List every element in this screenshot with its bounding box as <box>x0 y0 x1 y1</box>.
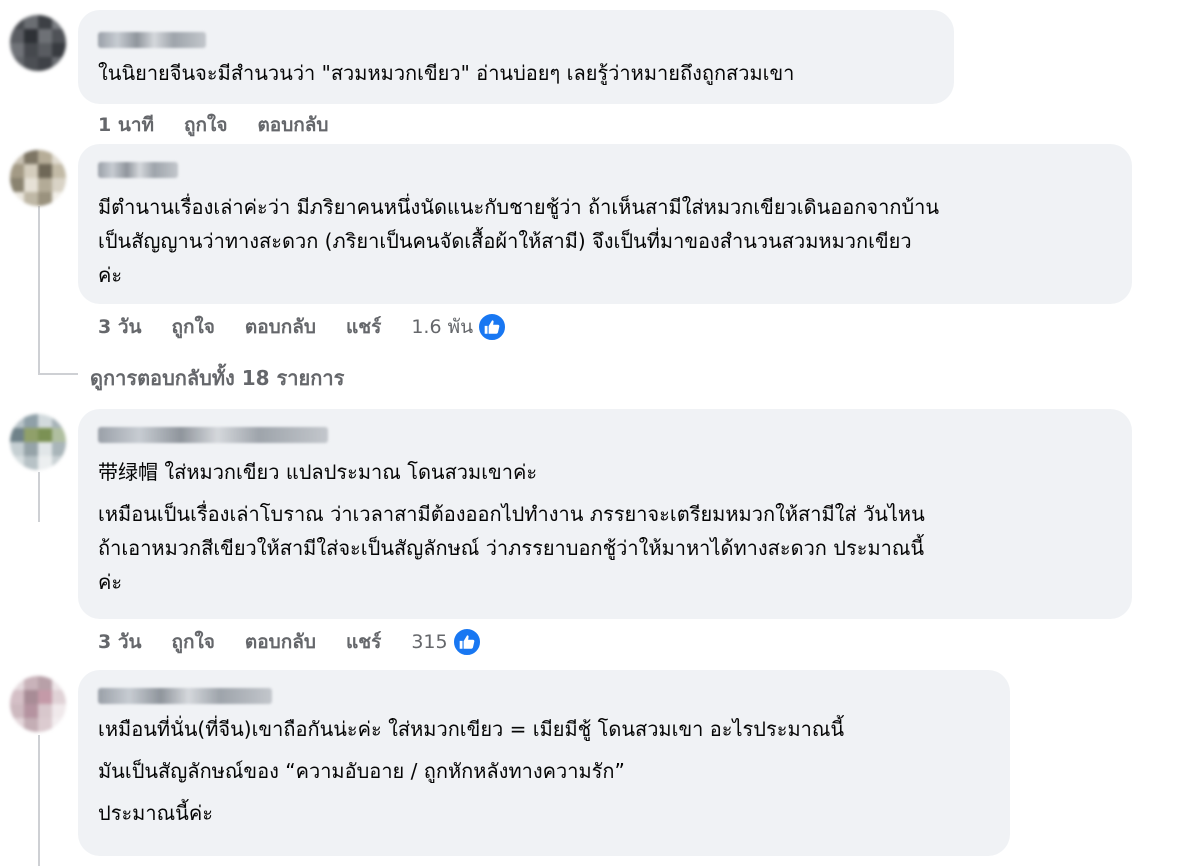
comment-actions: 1 นาที ถูกใจ ตอบกลับ <box>98 110 358 140</box>
avatar[interactable] <box>10 150 66 206</box>
avatar[interactable] <box>10 414 66 470</box>
share-button[interactable]: แชร์ <box>346 627 381 657</box>
timestamp[interactable]: 1 นาที <box>98 110 154 140</box>
share-button[interactable]: แชร์ <box>346 312 381 342</box>
author-name-blurred[interactable] <box>98 688 272 704</box>
comment-text-line: ค่ะ <box>98 263 123 287</box>
timestamp[interactable]: 3 วัน <box>98 312 142 342</box>
author-name-blurred[interactable] <box>98 162 178 178</box>
thread-connector-branch <box>38 373 78 375</box>
comment-text-line: เป็นสัญญานว่าทางสะดวก (ภริยาเป็นคนจัดเสื… <box>98 229 912 253</box>
thread-connector-line <box>38 735 40 866</box>
thread-connector-line <box>38 472 40 522</box>
comment-text-line: 带绿帽 ใส่หมวกเขียว แปลประมาณ โดนสวมเขาค่ะ <box>98 460 538 484</box>
avatar[interactable] <box>10 15 66 71</box>
comment-text-line: ประมาณนี้ค่ะ <box>98 801 213 825</box>
like-thumbs-up-icon[interactable] <box>477 312 508 342</box>
like-button[interactable]: ถูกใจ <box>184 110 227 140</box>
like-button[interactable]: ถูกใจ <box>172 627 215 657</box>
comment-actions: 3 วัน ถูกใจ ตอบกลับ แชร์ 315 <box>98 627 482 657</box>
like-button[interactable]: ถูกใจ <box>172 312 215 342</box>
comment-bubble: เหมือนที่นั่น(ที่จีน)เขาถือกันน่ะค่ะ ใส่… <box>78 670 1010 856</box>
reply-button[interactable]: ตอบกลับ <box>245 312 316 342</box>
timestamp[interactable]: 3 วัน <box>98 627 142 657</box>
author-name-blurred[interactable] <box>98 427 328 443</box>
avatar[interactable] <box>10 676 66 732</box>
like-thumbs-up-icon[interactable] <box>451 627 482 657</box>
reaction-count[interactable]: 1.6 พัน <box>411 312 473 342</box>
comment-text-line: เหมือนเป็นเรื่องเล่าโบราณ ว่าเวลาสามีต้อ… <box>98 502 925 526</box>
comment-bubble: 带绿帽 ใส่หมวกเขียว แปลประมาณ โดนสวมเขาค่ะ … <box>78 409 1132 619</box>
comment-paragraph: มันเป็นสัญลักษณ์ของ “ความอับอาย / ถูกหัก… <box>98 754 990 788</box>
comment-text-line: เหมือนที่นั่น(ที่จีน)เขาถือกันน่ะค่ะ ใส่… <box>98 717 845 741</box>
view-all-replies-link[interactable]: ดูการตอบกลับทั้ง 18 รายการ <box>90 362 344 394</box>
author-name-blurred[interactable] <box>98 32 206 48</box>
comment-bubble: มีตำนานเรื่องเล่าค่ะว่า มีภริยาคนหนึ่งนั… <box>78 144 1132 304</box>
comment-text-line: มีตำนานเรื่องเล่าค่ะว่า มีภริยาคนหนึ่งนั… <box>98 195 940 219</box>
comment-paragraph: ประมาณนี้ค่ะ <box>98 796 990 830</box>
comment-text: ในนิยายจีนจะมีสำนวนว่า "สวมหมวกเขียว" อ่… <box>98 61 795 85</box>
comment-paragraph: เหมือนเป็นเรื่องเล่าโบราณ ว่าเวลาสามีต้อ… <box>98 497 1112 599</box>
comment-text-line: ถ้าเอาหมวกสีเขียวให้สามีใส่จะเป็นสัญลักษ… <box>98 536 925 560</box>
comment-text-line: มันเป็นสัญลักษณ์ของ “ความอับอาย / ถูกหัก… <box>98 759 625 783</box>
comment-text-line: ค่ะ <box>98 570 123 594</box>
reply-button[interactable]: ตอบกลับ <box>257 110 328 140</box>
thread-connector-line <box>38 206 40 374</box>
reaction-count[interactable]: 315 <box>411 631 447 653</box>
comment-bubble: ในนิยายจีนจะมีสำนวนว่า "สวมหมวกเขียว" อ่… <box>78 10 954 104</box>
reply-button[interactable]: ตอบกลับ <box>245 627 316 657</box>
comment-actions: 3 วัน ถูกใจ ตอบกลับ แชร์ 1.6 พัน <box>98 312 508 342</box>
